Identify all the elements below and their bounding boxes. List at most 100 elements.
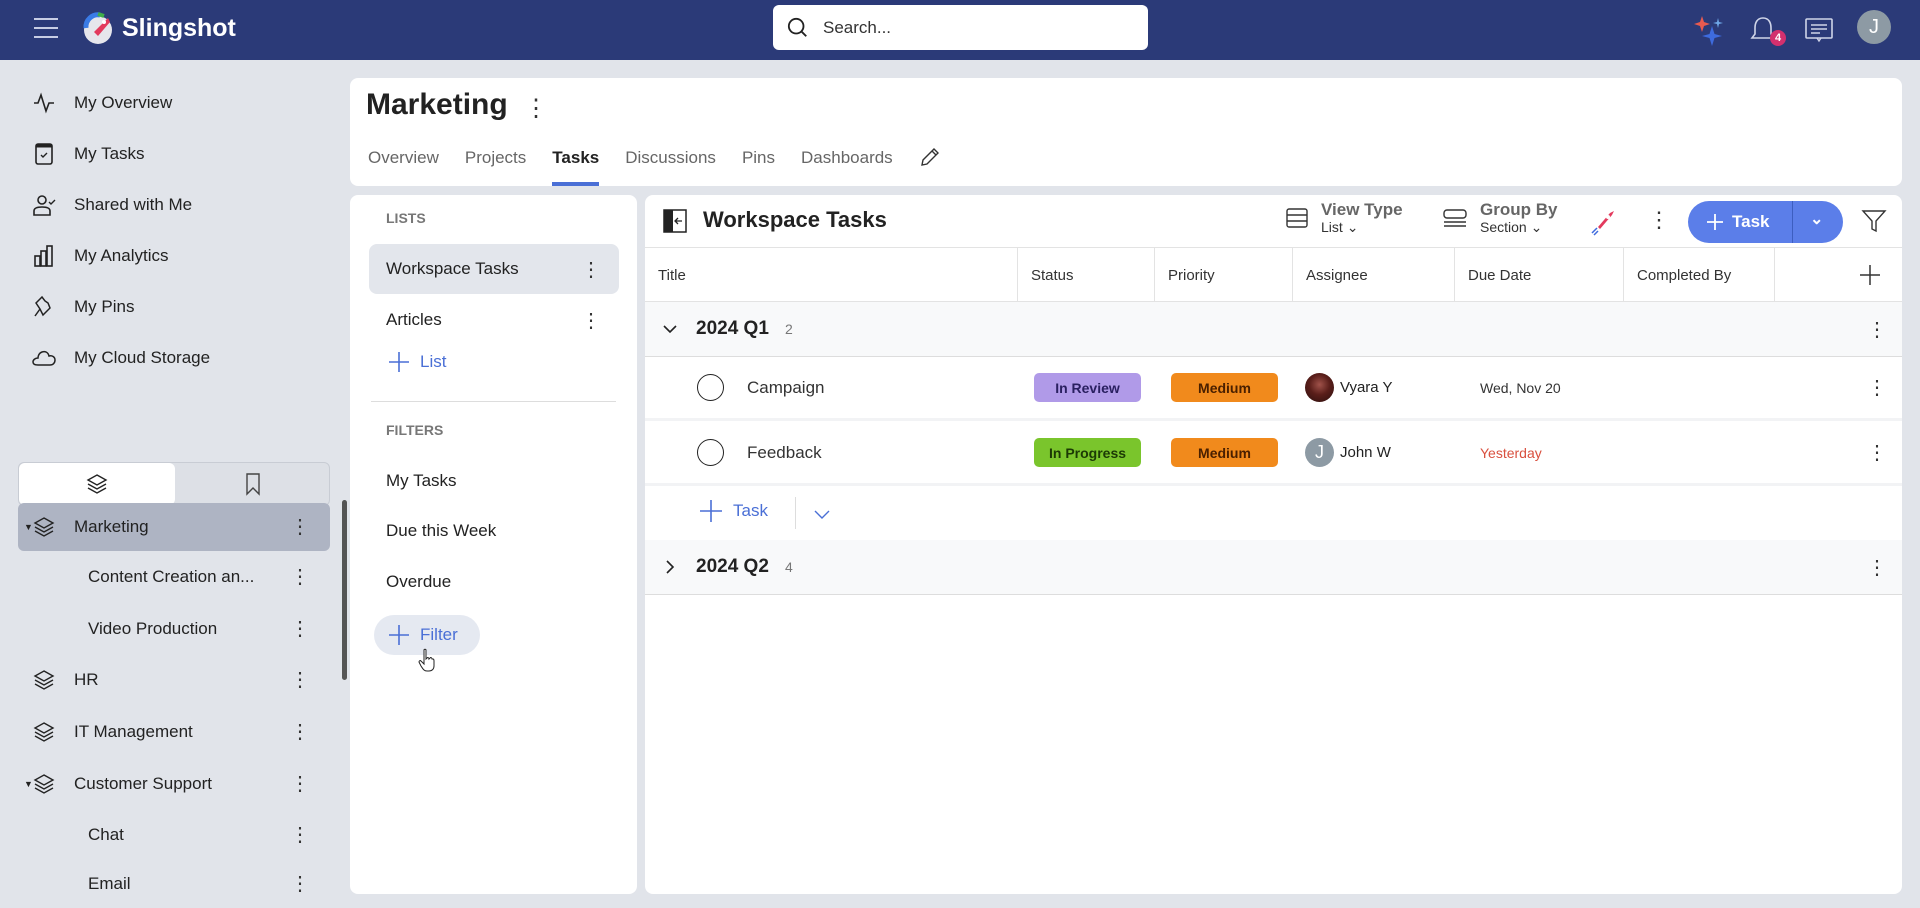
ai-sparkle-button[interactable] xyxy=(1692,8,1728,52)
column-header-priority[interactable]: Priority xyxy=(1155,248,1293,302)
search-box[interactable] xyxy=(773,5,1148,50)
chevron-down-icon[interactable]: ⌄ xyxy=(1810,209,1823,229)
more-options-icon[interactable]: ⋮ xyxy=(1867,317,1887,342)
sidebar-item-my-analytics[interactable]: My Analytics xyxy=(32,236,168,276)
column-header-completed-by[interactable]: Completed By xyxy=(1624,248,1775,302)
list-item-articles[interactable]: Articles ⋮ xyxy=(369,295,619,345)
sidebar-scrollbar[interactable] xyxy=(342,500,347,680)
group-title: 2024 Q1 xyxy=(696,318,769,339)
complete-checkbox[interactable] xyxy=(697,374,724,401)
workspace-item-marketing[interactable]: ▼ Marketing ⋮ xyxy=(18,503,330,551)
workspace-item-hr[interactable]: HR ⋮ xyxy=(18,656,330,704)
more-options-icon[interactable]: ⋮ xyxy=(290,619,310,639)
task-row[interactable]: Campaign In Review Medium Vyara Y Wed, N… xyxy=(645,357,1902,421)
logo[interactable]: Slingshot xyxy=(80,10,236,46)
menu-icon[interactable] xyxy=(34,18,58,40)
sidebar-item-label: My Tasks xyxy=(74,144,145,163)
workspace-item-chat[interactable]: Chat ⋮ xyxy=(18,811,330,859)
pin-icon xyxy=(32,295,56,319)
task-title[interactable]: Feedback xyxy=(747,443,822,463)
complete-checkbox[interactable] xyxy=(697,439,724,466)
tab-tasks[interactable]: Tasks xyxy=(552,148,599,186)
status-badge[interactable]: In Review xyxy=(1034,373,1141,402)
filter-icon[interactable] xyxy=(1861,209,1887,233)
tab-projects[interactable]: Projects xyxy=(465,148,526,186)
edit-tabs-icon[interactable] xyxy=(919,146,941,186)
more-options-icon[interactable]: ⋮ xyxy=(581,308,601,333)
task-title[interactable]: Campaign xyxy=(747,378,825,398)
assignee[interactable]: J John W xyxy=(1305,438,1391,467)
tab-pins[interactable]: Pins xyxy=(742,148,775,186)
messages-button[interactable] xyxy=(1804,8,1834,52)
filter-label: Due this Week xyxy=(386,521,497,540)
workspace-item-customer-support[interactable]: ▼ Customer Support ⋮ xyxy=(18,760,330,808)
rocket-icon[interactable] xyxy=(1588,207,1618,237)
more-options-icon[interactable]: ⋮ xyxy=(581,257,601,282)
filter-item-overdue[interactable]: Overdue xyxy=(369,557,619,607)
add-task-inline-button[interactable]: Task xyxy=(699,499,768,523)
due-date[interactable]: Yesterday xyxy=(1480,445,1542,461)
more-options-icon[interactable]: ⋮ xyxy=(290,517,310,537)
chevron-down-icon[interactable] xyxy=(661,320,679,338)
workspace-item-email[interactable]: Email ⋮ xyxy=(18,860,330,908)
view-type-selector[interactable]: View Type List ⌄ xyxy=(1285,201,1403,235)
filter-item-due-this-week[interactable]: Due this Week xyxy=(369,506,619,556)
sidebar-item-my-tasks[interactable]: My Tasks xyxy=(32,134,145,174)
sidebar-item-my-cloud-storage[interactable]: My Cloud Storage xyxy=(32,338,210,378)
workspace-item-video-production[interactable]: Video Production ⋮ xyxy=(18,605,330,653)
filter-item-my-tasks[interactable]: My Tasks xyxy=(369,456,619,506)
group-row-2024-q2[interactable]: 2024 Q2 4 ⋮ xyxy=(645,540,1902,595)
group-by-selector[interactable]: Group By Section ⌄ xyxy=(1442,201,1557,235)
column-header-status[interactable]: Status xyxy=(1018,248,1155,302)
sidebar-item-shared-with-me[interactable]: Shared with Me xyxy=(32,185,192,225)
assignee[interactable]: Vyara Y xyxy=(1305,373,1393,402)
notifications-button[interactable]: 4 xyxy=(1749,8,1786,52)
add-task-label: Task xyxy=(1732,212,1770,231)
more-options-icon[interactable]: ⋮ xyxy=(1648,207,1670,233)
more-options-icon[interactable]: ⋮ xyxy=(290,722,310,742)
more-options-icon[interactable]: ⋮ xyxy=(1867,375,1887,400)
workspace-item-it-management[interactable]: IT Management ⋮ xyxy=(18,708,330,756)
hand-cursor-icon xyxy=(418,648,435,672)
user-avatar[interactable]: J xyxy=(1857,10,1891,44)
workspaces-toggle[interactable] xyxy=(19,463,175,505)
assignee-name: John W xyxy=(1340,444,1391,461)
tab-overview[interactable]: Overview xyxy=(368,148,439,186)
sidebar-item-my-pins[interactable]: My Pins xyxy=(32,287,134,327)
view-type-label: View Type xyxy=(1321,200,1403,219)
bookmarks-toggle[interactable] xyxy=(175,463,331,505)
more-options-icon[interactable]: ⋮ xyxy=(290,567,310,587)
workspace-label: Customer Support xyxy=(74,774,212,793)
task-row[interactable]: Feedback In Progress Medium J John W Yes… xyxy=(645,422,1902,486)
workspace-item-content-creation[interactable]: Content Creation an... ⋮ xyxy=(18,553,330,601)
tab-discussions[interactable]: Discussions xyxy=(625,148,716,186)
tab-dashboards[interactable]: Dashboards xyxy=(801,148,893,186)
more-options-icon[interactable]: ⋮ xyxy=(290,825,310,845)
status-badge[interactable]: In Progress xyxy=(1034,438,1141,467)
more-options-icon[interactable]: ⋮ xyxy=(1867,440,1887,465)
group-row-2024-q1[interactable]: 2024 Q1 2 ⋮ xyxy=(645,302,1902,357)
more-options-icon[interactable]: ⋮ xyxy=(290,774,310,794)
column-header-title[interactable]: Title xyxy=(645,248,1018,302)
page-more-options-icon[interactable]: ⋮ xyxy=(524,94,548,123)
search-input[interactable] xyxy=(823,17,1123,38)
tab-bar: Overview Projects Tasks Discussions Pins… xyxy=(368,148,941,186)
sidebar-item-my-overview[interactable]: My Overview xyxy=(32,83,172,123)
priority-badge[interactable]: Medium xyxy=(1171,438,1278,467)
chevron-down-icon[interactable] xyxy=(812,504,832,524)
due-date[interactable]: Wed, Nov 20 xyxy=(1480,380,1561,396)
list-item-workspace-tasks[interactable]: Workspace Tasks ⋮ xyxy=(369,244,619,294)
chevron-right-icon[interactable] xyxy=(661,558,679,576)
add-task-button[interactable]: Task ⌄ xyxy=(1688,201,1843,243)
priority-badge[interactable]: Medium xyxy=(1171,373,1278,402)
more-options-icon[interactable]: ⋮ xyxy=(290,670,310,690)
more-options-icon[interactable]: ⋮ xyxy=(290,874,310,894)
add-list-button[interactable]: List xyxy=(388,351,446,373)
column-header-assignee[interactable]: Assignee xyxy=(1293,248,1455,302)
collapse-panel-icon[interactable] xyxy=(663,209,687,233)
column-header-due-date[interactable]: Due Date xyxy=(1455,248,1624,302)
plus-icon xyxy=(700,500,722,522)
add-column-icon[interactable] xyxy=(1859,264,1881,286)
list-label: Articles xyxy=(386,310,442,329)
more-options-icon[interactable]: ⋮ xyxy=(1867,555,1887,580)
